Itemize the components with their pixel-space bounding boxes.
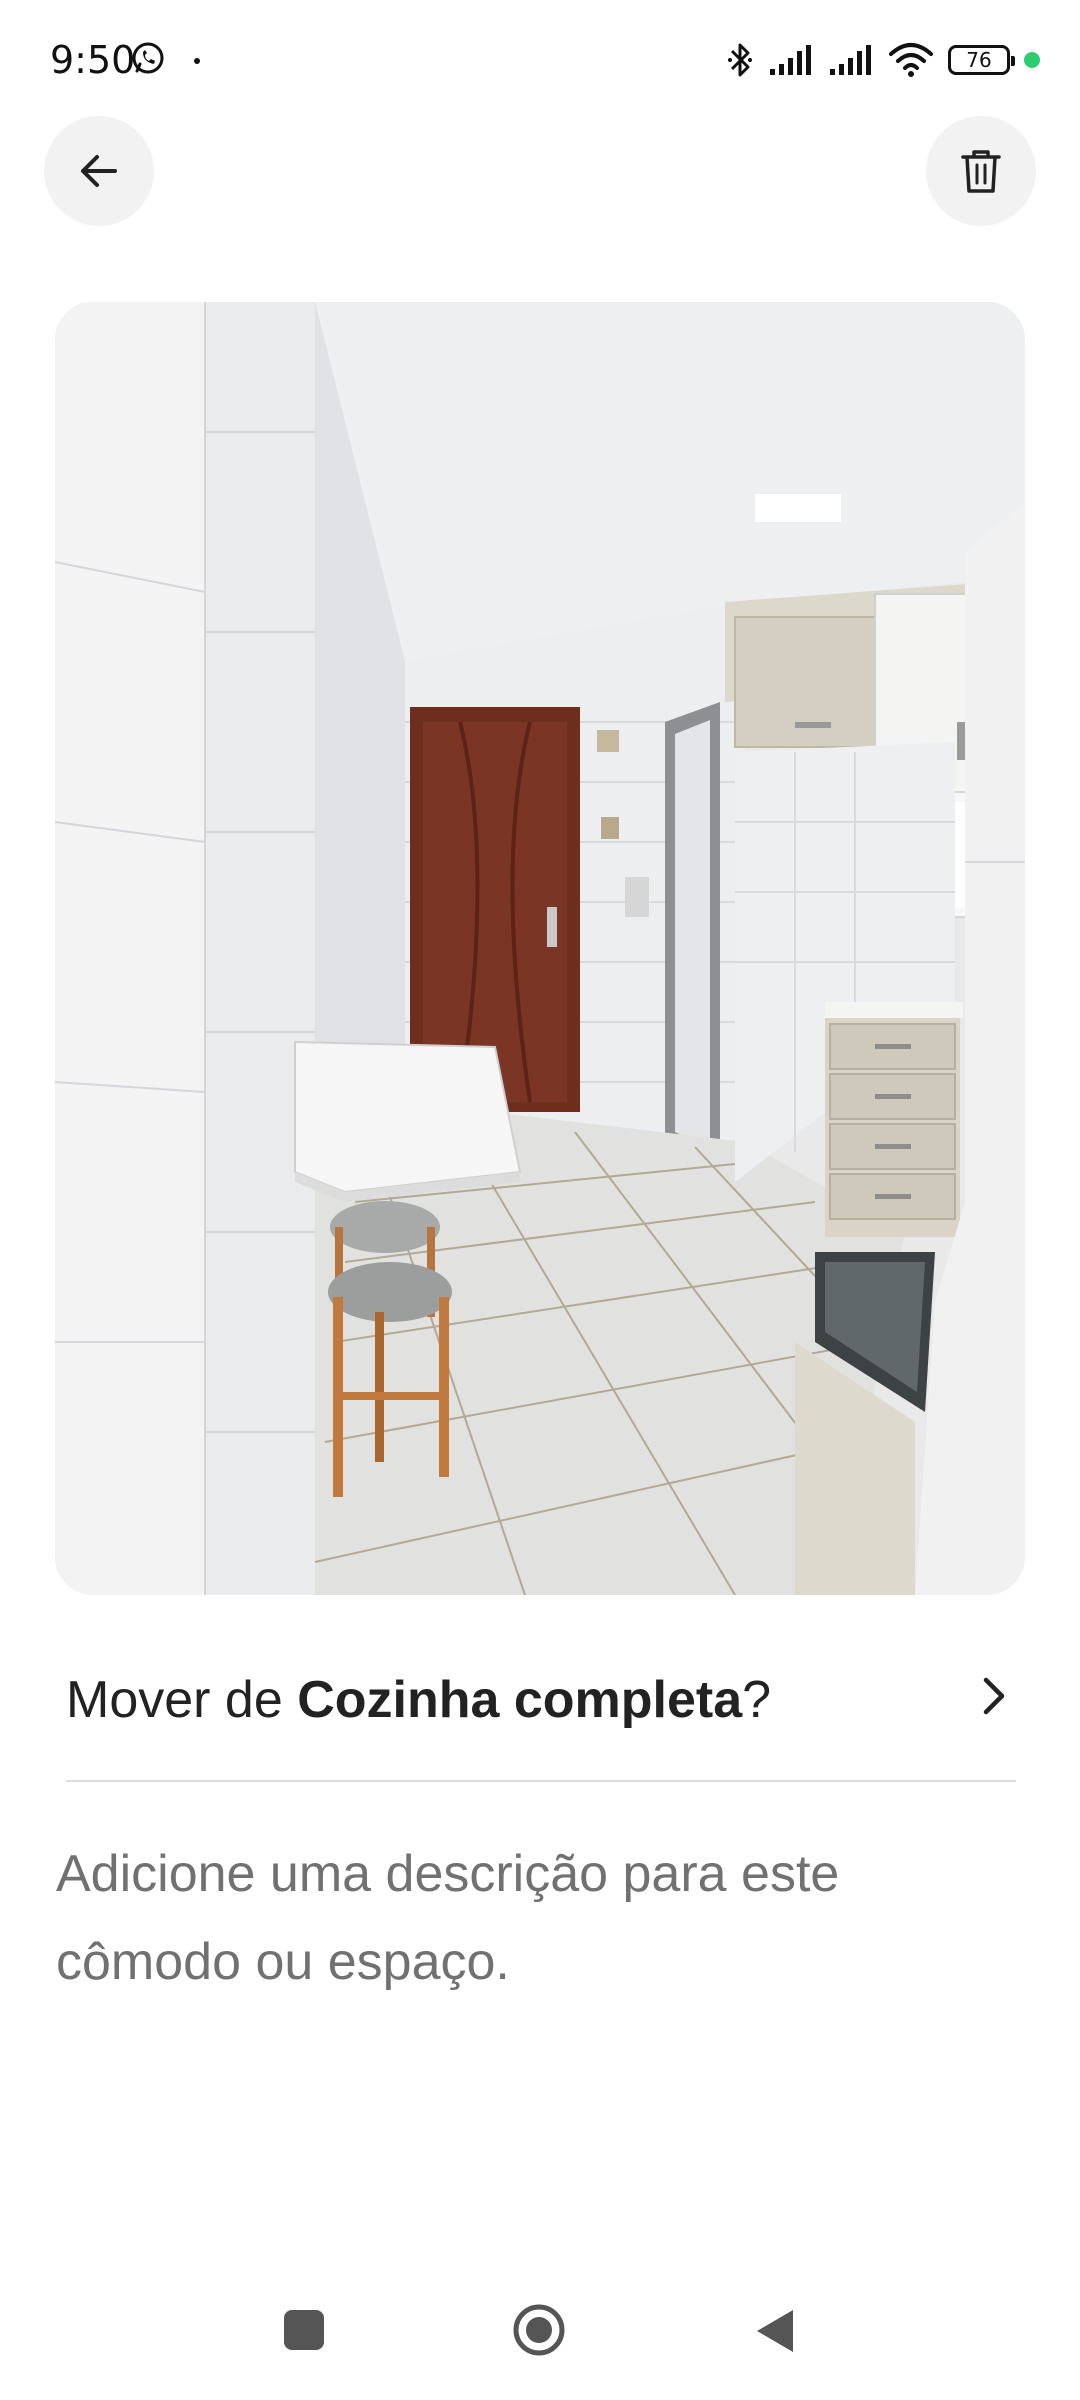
notification-dot — [194, 58, 200, 64]
move-suffix: ? — [742, 1671, 772, 1729]
status-icons: 76 — [726, 38, 1040, 82]
divider — [66, 1780, 1016, 1782]
description-input[interactable]: Adicione uma descrição para este cômodo … — [56, 1830, 1016, 2006]
move-prefix: Mover de — [66, 1671, 298, 1729]
delete-photo-button[interactable] — [926, 116, 1036, 226]
photo-detail-screen: 9:50 76 Mover de Cozinha completa? Adici… — [0, 0, 1080, 2400]
recents-icon[interactable] — [284, 2310, 324, 2350]
wifi-icon — [889, 43, 933, 77]
back-icon[interactable] — [755, 2308, 795, 2354]
kitchen-room-photo[interactable] — [55, 302, 1025, 1595]
chevron-right-icon — [983, 1677, 1005, 1715]
status-time: 9:50 — [50, 38, 136, 82]
status-bar: 9:50 76 — [0, 0, 1080, 120]
battery-icon: 76 — [948, 45, 1015, 75]
room-illustration — [55, 302, 1025, 1595]
signal-icon — [770, 45, 811, 75]
back-button[interactable] — [44, 116, 154, 226]
system-nav-bar — [0, 2270, 1080, 2400]
move-room-text: Mover de Cozinha completa? — [66, 1660, 1016, 1740]
home-icon[interactable] — [512, 2303, 566, 2357]
charging-indicator — [1024, 52, 1040, 68]
signal-icon — [830, 45, 871, 75]
arrow-left-icon — [81, 155, 117, 187]
whatsapp-icon — [132, 42, 164, 74]
move-room-name: Cozinha completa — [297, 1671, 743, 1729]
trash-icon — [961, 150, 1001, 193]
move-room-row[interactable]: Mover de Cozinha completa? — [66, 1660, 1016, 1740]
bluetooth-icon — [728, 43, 752, 77]
battery-level: 76 — [966, 48, 992, 72]
